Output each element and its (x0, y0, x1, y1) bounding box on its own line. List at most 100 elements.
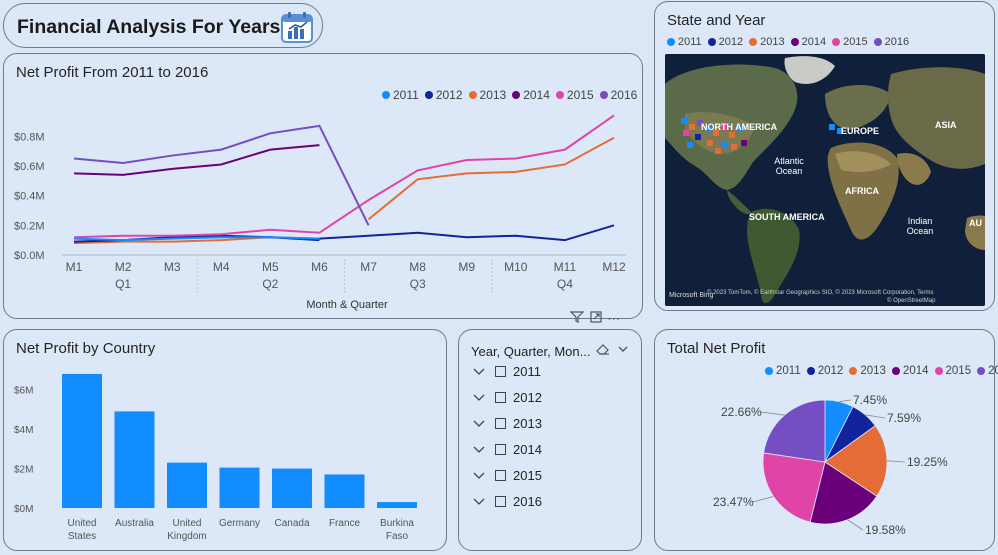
x-tick-label: M12 (602, 260, 626, 274)
bar-chart-card[interactable]: Net Profit by Country $0M $2M $4M $6M United… (3, 329, 447, 551)
slicer-item-2013[interactable]: 2013 (473, 416, 542, 431)
legend-item-2011[interactable]: 2011 (667, 36, 702, 48)
quarter-label: Q1 (115, 277, 131, 291)
map-legend: 2011 2012 2013 2014 2015 2016 (661, 36, 909, 48)
dashboard-title-card: Financial Analysis For Years (3, 3, 323, 48)
y-tick-label: $0.4M (14, 191, 45, 203)
slicer-checkbox[interactable] (495, 470, 506, 481)
line-chart[interactable]: $0.0M $0.2M $0.4M $0.6M $0.8M M1 M2 M3 M4 M5 M6 M7 M… (4, 54, 644, 320)
pie-chart[interactable]: 7.45%7.59% 19.25% 19.58% 23.47% 22.66% (655, 330, 996, 552)
x-tick-label: M5 (262, 260, 279, 274)
x-tick-label: M10 (504, 260, 528, 274)
more-options-icon[interactable]: ⋯ (607, 311, 622, 326)
slicer-item-label: 2011 (513, 364, 541, 379)
pie-slice-2016[interactable] (763, 399, 826, 463)
slicer-checkbox[interactable] (495, 444, 506, 455)
map-label-europe: EUROPE (841, 126, 880, 136)
bar[interactable] (324, 474, 365, 508)
chevron-expand-icon[interactable] (473, 468, 489, 483)
slicer-item-2014[interactable]: 2014 (473, 442, 542, 457)
legend-dot (832, 38, 841, 46)
leader-line (847, 519, 864, 531)
x-tick-label: France (329, 518, 361, 529)
map-title: State and Year (667, 12, 766, 29)
leader-line (886, 460, 906, 463)
focus-mode-icon[interactable] (590, 311, 608, 326)
bar[interactable] (167, 462, 207, 508)
bar[interactable] (62, 373, 102, 508)
chevron-expand-icon[interactable] (473, 364, 489, 379)
legend-label: 2012 (718, 36, 744, 48)
pie-data-label: 19.58% (865, 523, 906, 537)
legend-label: 2013 (760, 36, 785, 48)
x-tick-label: M6 (311, 260, 328, 274)
calendar-chart-icon (280, 10, 314, 49)
x-tick-label: M9 (458, 260, 475, 274)
legend-label: 2011 (678, 36, 702, 48)
x-tick-label: States (68, 531, 96, 542)
chevron-expand-icon[interactable] (473, 416, 489, 431)
legend-item-2015[interactable]: 2015 (832, 36, 868, 48)
slicer-item-label: 2014 (513, 442, 542, 457)
x-tick-label: United (173, 518, 202, 529)
leader-line (752, 496, 774, 503)
bar[interactable] (377, 502, 417, 508)
x-tick-label: M2 (115, 260, 132, 274)
bar[interactable] (219, 467, 260, 508)
y-tick-label: $0.8M (14, 131, 45, 143)
y-tick-label: $6M (14, 386, 33, 397)
slicer-card[interactable]: Year, Quarter, Mon... 2011 2012 2013 2014 20… (458, 329, 642, 551)
slicer-item-label: 2012 (513, 390, 542, 405)
map-label-south-america: SOUTH AMERICA (749, 212, 825, 222)
map-card[interactable]: State and Year 2011 2012 2013 2014 2015 2016 (654, 1, 995, 311)
y-tick-label: $2M (14, 465, 33, 476)
legend-item-2013[interactable]: 2013 (749, 36, 785, 48)
legend-item-2014[interactable]: 2014 (790, 36, 826, 48)
chevron-expand-icon[interactable] (473, 390, 489, 405)
visual-header-tools[interactable]: ⋯ (569, 311, 622, 327)
legend-dot (873, 38, 882, 46)
slicer-checkbox[interactable] (495, 366, 506, 377)
map-attribution[interactable]: © 2023 TomTom, © Earthstar Geographics S… (707, 290, 933, 296)
slicer-item-2015[interactable]: 2015 (473, 468, 542, 483)
slicer-item-2011[interactable]: 2011 (473, 364, 541, 379)
eraser-icon[interactable] (595, 342, 611, 361)
x-tick-label: Canada (274, 518, 309, 529)
bar[interactable] (114, 411, 155, 508)
bar-chart[interactable]: $0M $2M $4M $6M United States Australia United K… (4, 330, 448, 552)
legend-dot (707, 38, 716, 46)
world-map[interactable]: NORTH AMERICA EUROPE ASIA Atlantic Ocean… (665, 54, 985, 306)
x-tick-label: M4 (213, 260, 230, 274)
filter-icon[interactable] (569, 311, 590, 326)
series-line-2012[interactable] (319, 224, 615, 242)
legend-item-2016[interactable]: 2016 (873, 36, 909, 48)
x-tick-label: Germany (219, 518, 260, 529)
x-tick-label: United (68, 518, 97, 529)
legend-item-2012[interactable]: 2012 (707, 36, 744, 48)
slicer-item-2016[interactable]: 2016 (473, 494, 542, 509)
pie-chart-card[interactable]: Total Net Profit 20112012201320142015201… (654, 329, 998, 552)
pie-data-label: 23.47% (713, 495, 754, 509)
chevron-down-icon[interactable] (617, 342, 629, 360)
slicer-checkbox[interactable] (495, 418, 506, 429)
y-tick-label: $4M (14, 425, 33, 436)
pie-data-label: 7.45% (853, 393, 887, 407)
x-tick-label: Faso (386, 531, 409, 542)
slicer-checkbox[interactable] (495, 496, 506, 507)
leader-line (839, 399, 852, 403)
map-label-aus: AU (969, 218, 982, 228)
chevron-expand-icon[interactable] (473, 442, 489, 457)
bar[interactable] (272, 468, 312, 508)
chevron-expand-icon[interactable] (473, 494, 489, 509)
x-tick-label: M1 (66, 260, 83, 274)
slicer-item-2012[interactable]: 2012 (473, 390, 542, 405)
slicer-checkbox[interactable] (495, 392, 506, 403)
map-terrain (665, 54, 985, 306)
x-tick-label: M11 (554, 260, 577, 274)
y-tick-label: $0.6M (14, 161, 45, 173)
series-line-2014[interactable] (73, 144, 320, 176)
quarter-label: Q2 (262, 277, 278, 291)
map-attribution-osm[interactable]: © OpenStreetMap (887, 298, 935, 304)
line-chart-card[interactable]: Net Profit From 2011 to 2016 2011 2012 201… (3, 53, 643, 319)
map-label-africa: AFRICA (845, 186, 879, 196)
